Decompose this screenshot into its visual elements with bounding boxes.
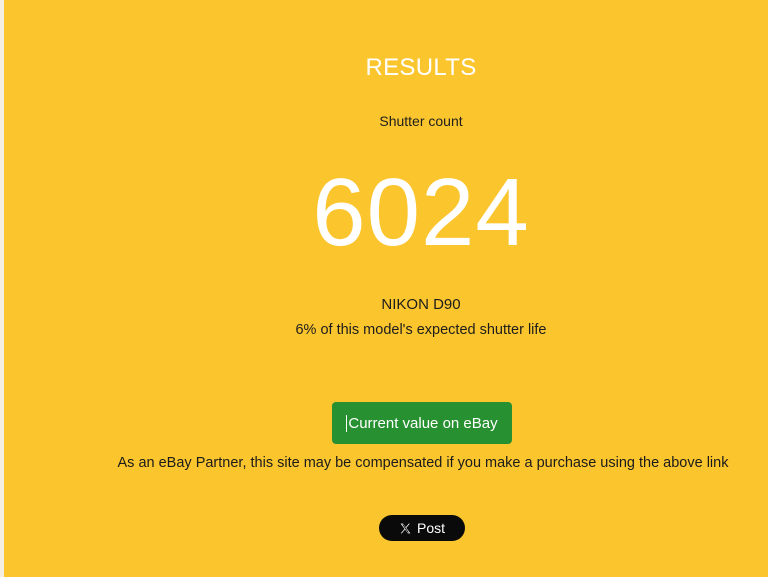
ebay-button-label: Current value on eBay — [348, 414, 498, 432]
x-post-button[interactable]: Post — [379, 515, 465, 541]
results-page: RESULTS Shutter count 6024 NIKON D90 6% … — [0, 0, 768, 577]
camera-model: NIKON D90 — [381, 296, 461, 313]
ebay-partner-disclaimer: As an eBay Partner, this site may be com… — [117, 455, 729, 471]
x-logo-icon — [399, 522, 412, 535]
ebay-value-button[interactable]: Current value on eBay — [332, 402, 512, 444]
shutter-count-label: Shutter count — [379, 113, 463, 129]
page-edge — [0, 0, 4, 577]
text-cursor — [346, 414, 348, 432]
post-label: Post — [416, 520, 445, 536]
shutter-life-percentage: 6% of this model's expected shutter life — [295, 322, 547, 338]
shutter-count-value: 6024 — [312, 159, 530, 266]
results-title: RESULTS — [365, 54, 477, 81]
